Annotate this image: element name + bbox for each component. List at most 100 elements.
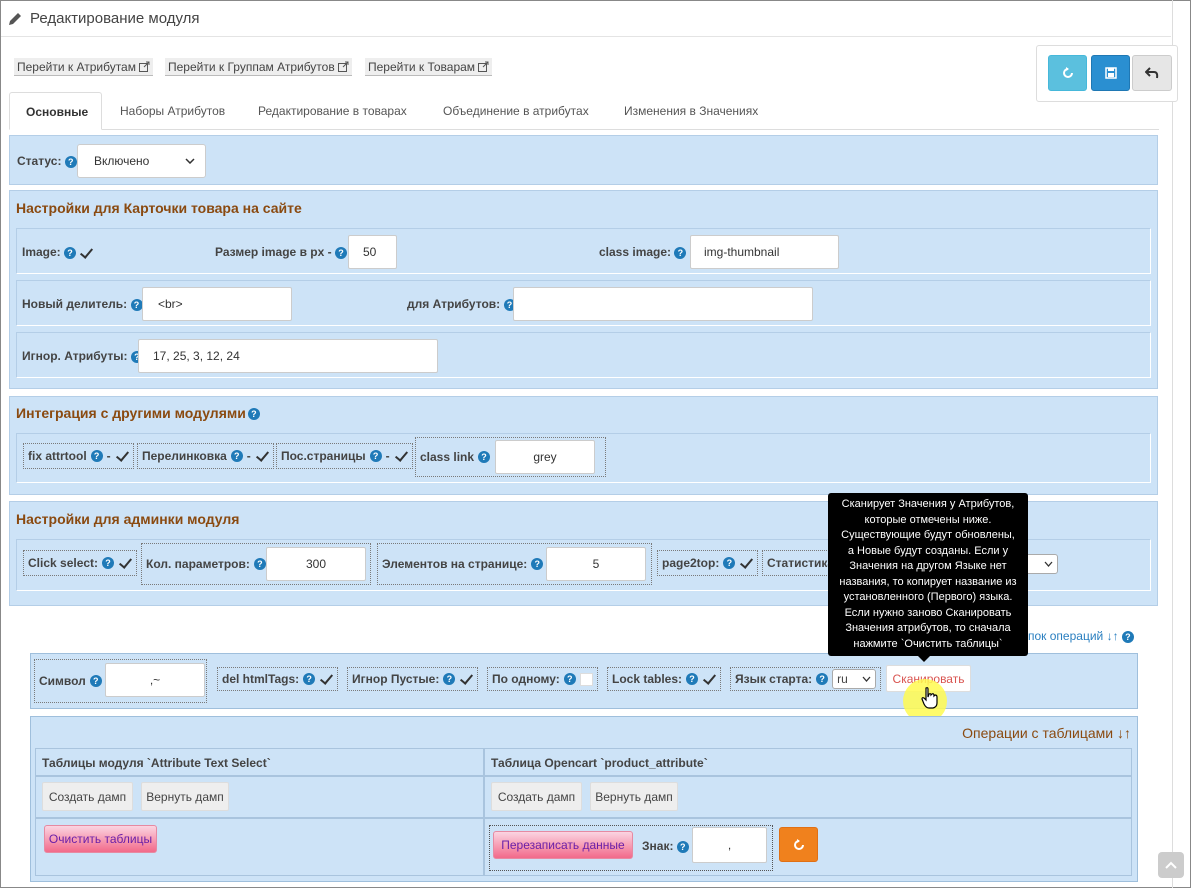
help-icon[interactable]: ? <box>686 673 699 685</box>
tab-merge-attributes[interactable]: Объединение в атрибутах <box>427 92 605 130</box>
click-select-checkbox[interactable] <box>118 556 132 570</box>
help-icon[interactable]: ? <box>334 246 347 259</box>
attr-divider-input[interactable] <box>513 287 813 321</box>
help-icon[interactable]: ? <box>674 246 687 259</box>
chevron-down-icon <box>185 158 195 164</box>
lang-select[interactable]: ru <box>832 669 877 689</box>
back-button[interactable] <box>1132 55 1172 91</box>
pencil-icon <box>9 12 21 25</box>
page2top-group: page2top:? <box>657 550 759 576</box>
ignore-attrs-input[interactable]: 17, 25, 3, 12, 24 <box>138 339 438 373</box>
params-group: Кол. параметров:? 300 <box>141 543 371 585</box>
refresh-button[interactable] <box>1048 55 1087 91</box>
help-icon[interactable]: ? <box>723 557 736 569</box>
params-input[interactable]: 300 <box>266 547 366 581</box>
page2top-checkbox[interactable] <box>739 556 753 570</box>
card-settings-panel: Настройки для Карточки товара на сайте I… <box>9 190 1158 389</box>
scrollbar-track[interactable] <box>1172 0 1173 888</box>
click-select-group: Click select:? <box>23 550 138 576</box>
sign-label-text: Знак: <box>642 839 674 853</box>
tab-attribute-sets[interactable]: Наборы Атрибутов <box>104 92 241 130</box>
class-link-input[interactable]: grey <box>495 440 595 474</box>
del-tags-group: del htmlTags:? <box>217 667 339 691</box>
pages-checkbox[interactable] <box>394 449 408 463</box>
left-dump-cell: Создать дамп Вернуть дамп <box>35 776 484 818</box>
left-create-dump-button[interactable]: Создать дамп <box>42 782 133 811</box>
status-label: Статус: ? <box>17 154 77 168</box>
help-icon[interactable]: ? <box>369 450 382 462</box>
external-link-icon <box>478 61 489 72</box>
link-products[interactable]: Перейти к Товарам <box>365 58 493 76</box>
tooltip-line: Если нужно заново Сканировать <box>844 606 1012 619</box>
tooltip-line: которые отмечены ниже. <box>864 513 992 526</box>
save-button[interactable] <box>1091 55 1130 91</box>
help-icon[interactable]: ? <box>478 451 491 463</box>
help-icon[interactable]: ? <box>90 450 103 462</box>
help-icon[interactable]: ? <box>64 155 77 168</box>
operations-link-text: пок операций ↓↑ <box>1028 629 1119 643</box>
divider-input[interactable]: <br> <box>142 287 292 321</box>
help-icon[interactable]: ? <box>1121 630 1134 643</box>
lock-tables-checkbox[interactable] <box>702 672 716 686</box>
help-icon[interactable]: ? <box>443 673 456 685</box>
symbol-input[interactable]: ,~ <box>105 663 205 697</box>
per-page-label: Элементов на странице: <box>382 557 528 571</box>
help-icon[interactable]: ? <box>89 675 102 687</box>
clear-tables-button[interactable]: Очистить таблицы <box>44 825 157 853</box>
tab-edit-in-products[interactable]: Редактирование в товарах <box>242 92 423 130</box>
left-table-header: Таблицы модуля `Attribute Text Select` <box>42 756 271 770</box>
right-create-dump-button[interactable]: Создать дамп <box>491 782 582 811</box>
help-icon[interactable]: ? <box>253 558 266 570</box>
image-checkbox[interactable] <box>79 246 93 260</box>
integration-row: fix attrtool? - Перелинковка? - Пос.страни… <box>16 433 1151 483</box>
class-image-input[interactable]: img-thumbnail <box>690 235 839 269</box>
right-restore-dump-button[interactable]: Вернуть дамп <box>590 782 678 811</box>
integration-class-link: class link? grey <box>415 437 606 477</box>
fix-attrtool-checkbox[interactable] <box>115 449 129 463</box>
admin-settings-title: Настройки для админки модуля <box>16 511 240 527</box>
help-icon[interactable]: ? <box>531 558 544 570</box>
chevron-up-icon <box>1165 861 1177 869</box>
help-icon[interactable]: ? <box>563 673 576 685</box>
params-label: Кол. параметров: <box>146 557 250 571</box>
tooltip-line: Существующие будут обновлены, <box>841 529 1015 541</box>
relinking-checkbox[interactable] <box>255 449 269 463</box>
link-attributes[interactable]: Перейти к Атрибутам <box>14 58 153 76</box>
tables-panel: Операции с таблицами ↓↑ Таблицы модуля `… <box>30 716 1138 882</box>
ignore-empty-checkbox[interactable] <box>459 672 473 686</box>
rewrite-refresh-button[interactable] <box>779 827 818 862</box>
help-icon[interactable]: ? <box>816 673 829 685</box>
sign-label: Знак: ? <box>642 839 689 853</box>
help-icon[interactable]: ? <box>303 673 316 685</box>
help-icon[interactable]: ? <box>230 450 243 462</box>
tab-bar: Основные Наборы Атрибутов Редактирование… <box>9 92 1159 130</box>
header-divider <box>1 36 1171 37</box>
size-input[interactable]: 50 <box>348 235 397 269</box>
chevron-down-icon <box>1044 561 1053 567</box>
help-icon[interactable]: ? <box>64 246 77 259</box>
link-attribute-groups[interactable]: Перейти к Группам Атрибутов <box>165 58 352 76</box>
operations-link[interactable]: пок операций ↓↑ ? <box>1028 629 1134 643</box>
ignore-empty-label: Игнор Пустые: <box>352 672 440 686</box>
rewrite-data-button[interactable]: Перезаписать данные <box>493 831 633 859</box>
del-tags-checkbox[interactable] <box>319 672 333 686</box>
one-by-one-checkbox[interactable] <box>579 672 593 686</box>
scroll-to-top-button[interactable] <box>1158 852 1184 878</box>
tab-main[interactable]: Основные <box>9 92 102 130</box>
suffix-text: - <box>246 449 251 463</box>
suffix-text: - <box>106 449 111 463</box>
help-icon[interactable]: ? <box>130 298 143 311</box>
help-icon[interactable]: ? <box>102 557 115 569</box>
ignore-attrs-label: Игнор. Атрибуты: ? <box>22 349 143 363</box>
left-restore-dump-button[interactable]: Вернуть дамп <box>141 782 229 811</box>
sign-input[interactable]: , <box>692 827 767 863</box>
ignore-empty-group: Игнор Пустые:? <box>347 667 479 691</box>
status-select[interactable]: Включено <box>77 144 206 178</box>
help-icon[interactable]: ? <box>676 840 689 853</box>
lock-tables-group: Lock tables:? <box>607 667 722 691</box>
tab-value-changes[interactable]: Изменения в Значениях <box>608 92 774 130</box>
help-icon[interactable]: ? <box>247 408 260 421</box>
status-panel: Статус: ? Включено <box>9 135 1158 185</box>
per-page-group: Элементов на странице:? 5 <box>377 543 652 585</box>
per-page-input[interactable]: 5 <box>546 547 646 581</box>
